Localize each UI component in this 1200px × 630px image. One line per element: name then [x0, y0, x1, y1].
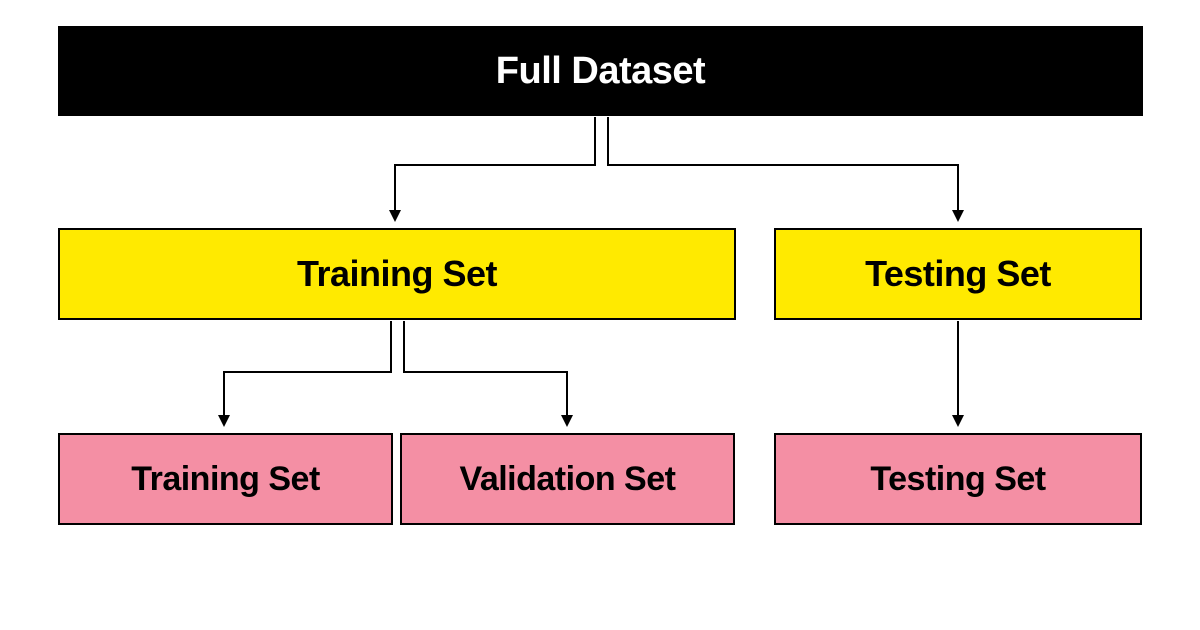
training-set-label-l3: Training Set	[131, 460, 320, 499]
full-dataset-box: Full Dataset	[58, 26, 1143, 116]
training-set-label-l2: Training Set	[297, 253, 497, 295]
testing-set-box-l3: Testing Set	[774, 433, 1142, 525]
full-dataset-label: Full Dataset	[496, 50, 705, 93]
testing-set-label-l3: Testing Set	[870, 460, 1045, 499]
training-set-box-l2: Training Set	[58, 228, 736, 320]
testing-set-label-l2: Testing Set	[865, 253, 1051, 295]
training-set-box-l3: Training Set	[58, 433, 393, 525]
validation-set-box-l3: Validation Set	[400, 433, 735, 525]
diagram-container: Full Dataset Training Set Testing Set Tr…	[0, 0, 1200, 630]
arrow-training-to-training	[218, 321, 391, 427]
arrow-testing-to-testing	[952, 321, 964, 427]
arrow-full-to-testing	[608, 117, 964, 222]
testing-set-box-l2: Testing Set	[774, 228, 1142, 320]
arrow-full-to-training	[389, 117, 595, 222]
validation-set-label-l3: Validation Set	[460, 460, 676, 499]
arrow-training-to-validation	[404, 321, 573, 427]
